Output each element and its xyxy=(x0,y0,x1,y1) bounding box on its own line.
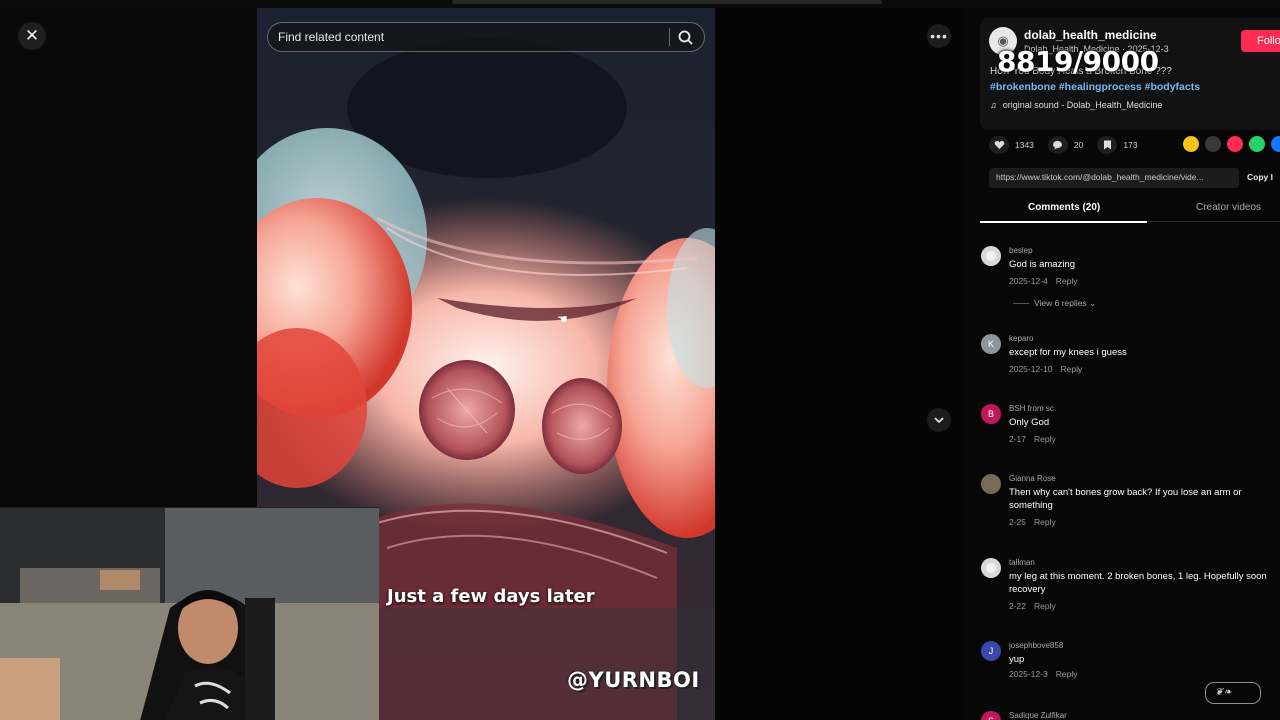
comment-icon xyxy=(1047,136,1068,154)
comment-username[interactable]: Gianna Rose xyxy=(1009,474,1056,483)
comment-date: 2025-12-3 xyxy=(1009,669,1048,679)
avatar[interactable]: J xyxy=(981,641,1001,661)
comment-date: 2-22 xyxy=(1009,601,1027,611)
save-count: 173 xyxy=(1123,140,1138,150)
window-top-strip xyxy=(0,0,1280,8)
more-icon: ••• xyxy=(930,28,948,44)
close-button[interactable]: ✕ xyxy=(18,22,46,50)
comment-text: my leg at this moment. 2 broken bones, 1… xyxy=(1009,571,1267,595)
comment-date: 2025-12-10 xyxy=(1009,364,1053,374)
comment-date: 2-17 xyxy=(1009,434,1027,444)
stream-counter: 8819/9000 xyxy=(997,45,1159,78)
comment-text: Then why can't bones grow back? If you l… xyxy=(1009,487,1242,511)
search-input[interactable] xyxy=(278,30,668,44)
streamer-watermark: @YURNBOI xyxy=(567,668,700,692)
comment-meta: 2025-12-10 Reply xyxy=(1009,364,1082,374)
video-side-space xyxy=(715,8,965,720)
chevron-down-icon: ⌄ xyxy=(1089,298,1097,308)
post-hashtags[interactable]: #brokenbone #healingprocess #bodyfacts xyxy=(990,81,1200,93)
view-replies-label: View 6 replies xyxy=(1034,298,1087,308)
webcam-overlay xyxy=(0,507,379,720)
comment-meta: 2025-12-3 Reply xyxy=(1009,669,1078,679)
comment-username[interactable]: keparo xyxy=(1009,334,1033,343)
webcam-feed xyxy=(0,508,379,720)
comment-date: 2025-12-4 xyxy=(1009,276,1048,286)
panel-tabs: Comments (20) Creator videos xyxy=(980,200,1280,222)
reply-button[interactable]: Reply xyxy=(1034,434,1056,444)
details-panel: ◉ dolab_health_medicine Dolab_Health_Med… xyxy=(965,8,1280,720)
reply-button[interactable]: Reply xyxy=(1056,276,1078,286)
reply-button[interactable]: Reply xyxy=(1060,364,1082,374)
share-repost-icon[interactable] xyxy=(1183,136,1199,152)
comment-username[interactable]: BSH from sc xyxy=(1009,404,1054,413)
comment-count: 20 xyxy=(1073,140,1084,150)
sound-label: original sound - Dolab_Health_Medicine xyxy=(1002,100,1163,110)
share-options xyxy=(1183,136,1280,152)
engagement-bar: 1343 20 173 xyxy=(989,136,1152,154)
post-link-field[interactable]: https://www.tiktok.com/@dolab_health_med… xyxy=(989,168,1239,188)
avatar[interactable]: B xyxy=(981,404,1001,424)
close-icon: ✕ xyxy=(24,26,40,45)
share-embed-icon[interactable] xyxy=(1205,136,1221,152)
comment-text: Only God xyxy=(1009,417,1050,428)
heart-icon xyxy=(989,136,1009,154)
comment-username[interactable]: josephbove858 xyxy=(1009,641,1063,650)
top-scroll-indicator xyxy=(452,0,882,4)
corner-logo: ❦❧ xyxy=(1205,682,1261,704)
save-button[interactable]: 173 xyxy=(1097,136,1138,154)
comment-text: yup xyxy=(1009,654,1025,665)
comment-meta: 2-22 Reply xyxy=(1009,601,1056,611)
comment-meta: 2-17 Reply xyxy=(1009,434,1056,444)
share-send-icon[interactable] xyxy=(1227,136,1243,152)
music-note-icon: ♫ xyxy=(990,100,997,110)
comment-text: except for my knees i guess xyxy=(1009,347,1127,358)
follow-button[interactable]: Follo xyxy=(1241,30,1280,52)
comment-username[interactable]: Sadique Zulfikar xyxy=(1009,711,1067,720)
next-video-button[interactable] xyxy=(927,408,951,432)
tab-comments[interactable]: Comments (20) xyxy=(1028,202,1100,213)
comment-text: God is amazing xyxy=(1009,259,1076,270)
avatar[interactable]: K xyxy=(981,334,1001,354)
comment-username[interactable]: beslep xyxy=(1009,246,1033,255)
view-replies-button[interactable]: View 6 replies ⌄ xyxy=(1013,298,1096,309)
like-count: 1343 xyxy=(1015,140,1034,150)
search-divider xyxy=(669,28,670,46)
avatar[interactable] xyxy=(981,246,1001,266)
chevron-down-icon xyxy=(934,417,944,424)
sound-link[interactable]: ♫ original sound - Dolab_Health_Medicine xyxy=(990,100,1162,110)
active-tab-indicator xyxy=(980,221,1147,223)
pointer-icon: ☚ xyxy=(557,312,568,326)
comment-date: 2-25 xyxy=(1009,517,1027,527)
reply-button[interactable]: Reply xyxy=(1034,517,1056,527)
comment-username[interactable]: tallman xyxy=(1009,558,1035,567)
comment-button[interactable]: 20 xyxy=(1047,136,1084,154)
reply-button[interactable]: Reply xyxy=(1056,669,1078,679)
search-icon[interactable] xyxy=(677,29,695,47)
share-facebook-icon[interactable] xyxy=(1271,136,1280,152)
comment-meta: 2-25 Reply xyxy=(1009,517,1056,527)
avatar[interactable]: S xyxy=(981,711,1001,720)
bookmark-icon xyxy=(1097,136,1118,154)
copy-link-button[interactable]: Copy l xyxy=(1247,168,1280,188)
like-button[interactable]: 1343 xyxy=(989,136,1034,154)
avatar[interactable] xyxy=(981,558,1001,578)
left-background xyxy=(0,8,257,508)
tab-creator-videos[interactable]: Creator videos xyxy=(1196,202,1261,213)
reply-button[interactable]: Reply xyxy=(1034,601,1056,611)
video-caption: Just a few days later xyxy=(387,586,595,607)
more-options-button[interactable]: ••• xyxy=(927,24,951,48)
avatar[interactable] xyxy=(981,474,1001,494)
share-whatsapp-icon[interactable] xyxy=(1249,136,1265,152)
author-username[interactable]: dolab_health_medicine xyxy=(1024,28,1157,42)
comment-meta: 2025-12-4 Reply xyxy=(1009,276,1078,286)
search-bar[interactable] xyxy=(267,22,705,52)
